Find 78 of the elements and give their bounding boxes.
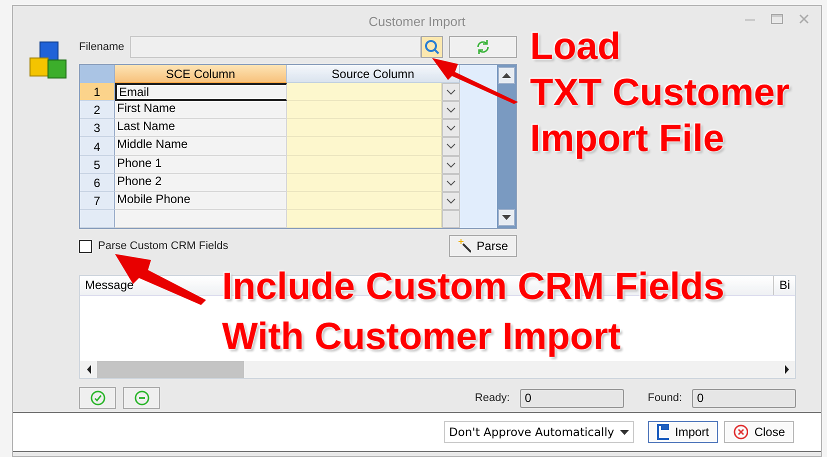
table-cell[interactable]: Middle Name: [115, 137, 287, 156]
checkbox[interactable]: [79, 240, 92, 252]
table-cell[interactable]: Last Name: [115, 119, 287, 138]
row-header: [80, 210, 115, 228]
left-arrow-icon: [87, 365, 91, 374]
count-field: 0: [520, 388, 624, 408]
column-header: SCE Column: [115, 65, 287, 84]
source-cell[interactable]: [287, 101, 442, 120]
search-icon: [424, 39, 440, 55]
close-button[interactable]: Close: [724, 421, 794, 443]
chevron-down-icon: [446, 180, 456, 186]
chevron-down-icon: [446, 89, 456, 96]
import-button[interactable]: Import: [648, 421, 718, 443]
vertical-scrollbar[interactable]: [497, 65, 516, 228]
checkbox-label: Parse Custom CRM Fields: [98, 240, 228, 252]
grid-corner: [80, 65, 115, 84]
parse-button[interactable]: Parse: [449, 235, 517, 257]
dropdown-button[interactable]: [442, 192, 460, 210]
count-field: 0: [692, 388, 796, 408]
check-circle-icon: [90, 390, 106, 406]
maximize-icon[interactable]: [771, 14, 783, 24]
dropdown-button[interactable]: [442, 137, 460, 156]
row-number: 1: [80, 83, 115, 102]
magic-wand-icon: [458, 239, 471, 253]
close-icon[interactable]: [799, 14, 809, 24]
source-cell[interactable]: [287, 192, 442, 210]
down-arrow-icon: [502, 215, 511, 220]
row-number: 2: [80, 101, 115, 120]
minus-circle-icon: [134, 390, 150, 406]
remove-button[interactable]: [123, 387, 160, 409]
annotation-text: Import File: [530, 117, 726, 162]
table-cell[interactable]: Phone 1: [115, 156, 287, 174]
row-number: 7: [80, 192, 115, 210]
browse-button[interactable]: [421, 36, 443, 58]
table-cell[interactable]: Phone 2: [115, 174, 287, 192]
filename-field[interactable]: [130, 36, 421, 58]
close-circle-icon: [733, 424, 748, 440]
chevron-down-icon: [446, 125, 456, 132]
horizontal-scrollbar[interactable]: [80, 361, 795, 378]
annotation-text: Include Custom CRM Fields: [222, 265, 724, 310]
table-cell[interactable]: First Name: [115, 101, 287, 120]
approve-button[interactable]: [79, 387, 116, 409]
table-cell[interactable]: Email: [115, 83, 287, 102]
column-header: Source Column: [287, 65, 460, 84]
count-label: Ready:: [474, 392, 510, 404]
chevron-down-icon: [446, 162, 456, 168]
source-cell[interactable]: [287, 174, 442, 192]
dropdown-button[interactable]: [442, 101, 460, 120]
window-title: Customer Import: [368, 14, 466, 28]
annotation-text: TXT Customer: [530, 71, 790, 116]
right-arrow-icon: [785, 365, 789, 374]
column-header: Bi: [773, 276, 795, 295]
chevron-down-icon: [446, 143, 456, 150]
refresh-icon: [475, 39, 491, 55]
chevron-down-icon: [446, 198, 456, 204]
row-number: 3: [80, 119, 115, 138]
source-cell[interactable]: [287, 83, 442, 102]
source-cell[interactable]: [287, 156, 442, 174]
filename-label: Filename: [79, 41, 126, 53]
row-number: 4: [80, 137, 115, 156]
refresh-button[interactable]: [449, 36, 517, 58]
annotation-text: With Customer Import: [222, 315, 622, 360]
source-cell[interactable]: [287, 137, 442, 156]
dropdown-button[interactable]: [442, 174, 460, 192]
dropdown-button[interactable]: [442, 83, 460, 102]
annotation-text: Load: [530, 25, 622, 70]
column-header: Message: [84, 277, 135, 294]
caret-icon: [620, 430, 629, 434]
count-label: Found:: [648, 392, 682, 404]
row-number: 6: [80, 174, 115, 192]
approval-dropdown[interactable]: Don't Approve Automatically: [444, 421, 634, 443]
table-cell[interactable]: Mobile Phone: [115, 192, 287, 210]
dropdown-button[interactable]: [442, 156, 460, 174]
up-arrow-icon: [502, 73, 511, 78]
source-cell[interactable]: [287, 119, 442, 138]
dropdown-button[interactable]: [442, 119, 460, 138]
row-number: 5: [80, 156, 115, 174]
chevron-down-icon: [446, 107, 456, 114]
